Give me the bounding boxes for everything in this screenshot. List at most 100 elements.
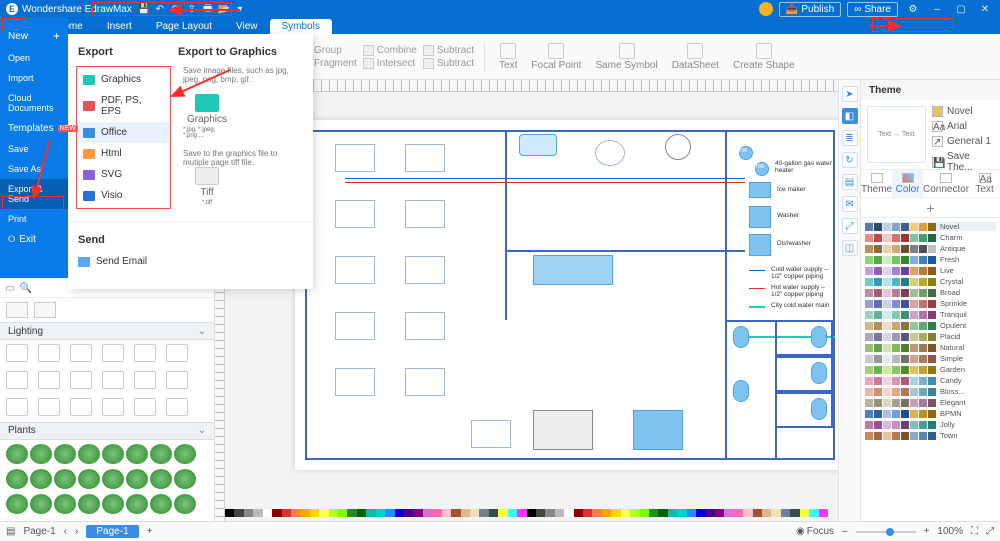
plant-symbol[interactable] [78,494,100,514]
page-next[interactable]: › [75,526,78,537]
scheme-simple[interactable]: Simple [865,354,996,363]
scheme-elegant[interactable]: Elegant [865,398,996,407]
lighting-symbol[interactable] [166,344,188,362]
lighting-symbol[interactable] [134,371,156,389]
export-fmt-html[interactable]: Html [77,143,170,164]
export-fmt-office[interactable]: Office [77,122,170,143]
table[interactable] [335,200,375,228]
scheme-tranquil[interactable]: Tranquil [865,310,996,319]
export-fmt-pdf-ps-eps[interactable]: PDF, PS, EPS [77,90,170,122]
scheme-bpmn[interactable]: BPMN [865,409,996,418]
plant-symbol[interactable] [174,444,196,464]
scheme-candy[interactable]: Candy [865,376,996,385]
window-maximize[interactable]: ▢ [952,4,970,15]
opt-general[interactable]: ↗General 1 [932,136,994,147]
lighting-symbol[interactable] [102,398,124,416]
lighting-symbol[interactable] [6,344,28,362]
lighting-symbol[interactable] [70,371,92,389]
plant-symbol[interactable] [6,469,28,489]
file-open[interactable]: Open [0,48,68,68]
scheme-jolly[interactable]: Jolly [865,420,996,429]
drawing-page[interactable]: HW HW 40-gallon gas water heater Ice mak… [295,120,838,470]
ribbon-text[interactable]: Text [495,41,521,73]
page-tab[interactable]: Page-1 [86,525,138,538]
theme-tab-color[interactable]: Color [892,170,923,197]
table[interactable] [405,312,445,340]
tile-tiff[interactable]: Tiff*.tiff [183,167,231,206]
plant-symbol[interactable] [150,444,172,464]
plant-symbol[interactable] [174,469,196,489]
plant-symbol[interactable] [102,469,124,489]
lighting-symbol[interactable] [38,371,60,389]
washer[interactable] [749,206,771,228]
menu-view[interactable]: View [224,19,270,34]
lighting-symbol[interactable] [166,371,188,389]
scheme-broad[interactable]: Broad [865,288,996,297]
lib-search-icon[interactable]: 🔍 [20,282,32,294]
qat-undo-icon[interactable]: ↶ [154,3,166,15]
rstrip-history-icon[interactable]: ↻ [842,152,858,168]
lighting-symbol[interactable] [6,371,28,389]
lighting-symbol[interactable] [134,398,156,416]
rstrip-collapse-icon[interactable]: ◫ [842,240,858,256]
plant-symbol[interactable] [150,469,172,489]
theme-tab-theme[interactable]: Theme [861,170,892,197]
file-save-as[interactable]: Save As [0,159,68,179]
theme-tab-connector[interactable]: Connector [923,170,969,197]
focus-toggle[interactable]: ◉ Focus [796,526,834,537]
page-prev[interactable]: ‹ [64,526,67,537]
section-lighting[interactable]: Lighting⌄ [0,322,214,340]
tile-graphics[interactable]: Graphics*.jpg, *.jpeg, *.png ... [183,94,231,139]
add-theme-button[interactable]: + [861,198,1000,218]
qat-export-icon[interactable]: ⇪ [186,3,198,15]
lighting-symbol[interactable] [134,344,156,362]
ribbon-intersect[interactable]: Intersect [363,58,417,69]
zoom-slider[interactable] [856,531,916,533]
publish-button[interactable]: 📤 Publish [779,2,841,17]
scheme-placid[interactable]: Placid [865,332,996,341]
ribbon-focal[interactable]: Focal Point [527,41,585,73]
plant-symbol[interactable] [78,469,100,489]
dishwasher[interactable] [749,234,771,256]
settings-icon[interactable]: ⚙ [904,4,922,15]
scheme-live[interactable]: Live [865,266,996,275]
lighting-symbol[interactable] [166,398,188,416]
file-cloud[interactable]: Cloud Documents [0,88,68,118]
table[interactable] [335,144,375,172]
table[interactable] [405,200,445,228]
table[interactable] [405,144,445,172]
scheme-crystal[interactable]: Crystal [865,277,996,286]
ribbon-create-shape[interactable]: Create Shape [729,41,799,73]
scheme-novel[interactable]: Novel [865,222,996,231]
table[interactable] [335,256,375,284]
export-fmt-svg[interactable]: SVG [77,164,170,185]
scheme-fresh[interactable]: Fresh [865,255,996,264]
menu-insert[interactable]: Insert [95,19,144,34]
plant-symbol[interactable] [30,469,52,489]
plant-symbol[interactable] [126,494,148,514]
scheme-sprinkle[interactable]: Sprinkle [865,299,996,308]
theme-preview-card[interactable]: Text → Text [867,106,926,163]
stove[interactable] [533,410,593,450]
section-plants[interactable]: Plants⌄ [0,422,214,440]
toilet[interactable] [811,362,827,384]
plant-symbol[interactable] [126,469,148,489]
lib-shapes-icon[interactable]: ▭ [4,282,16,294]
qat-redo-icon[interactable]: ↷ [170,3,182,15]
qat-print-icon[interactable]: 🖶 [202,3,214,15]
scheme-bloss...[interactable]: Bloss... [865,387,996,396]
plant-symbol[interactable] [30,444,52,464]
qat-more-icon[interactable]: ▾ [234,3,246,15]
plant-symbol[interactable] [30,494,52,514]
counter[interactable] [533,255,613,285]
scheme-town[interactable]: Town [865,431,996,440]
ribbon-subtract2[interactable]: Subtract [423,58,474,69]
file-import[interactable]: Import [0,68,68,88]
lighting-symbol[interactable] [70,344,92,362]
window-minimize[interactable]: – [928,4,946,15]
rstrip-theme-icon[interactable]: ◧ [842,108,858,124]
window-close[interactable]: ✕ [976,4,994,15]
table[interactable] [335,312,375,340]
page-list-icon[interactable]: ▤ [6,526,15,537]
table[interactable] [405,368,445,396]
